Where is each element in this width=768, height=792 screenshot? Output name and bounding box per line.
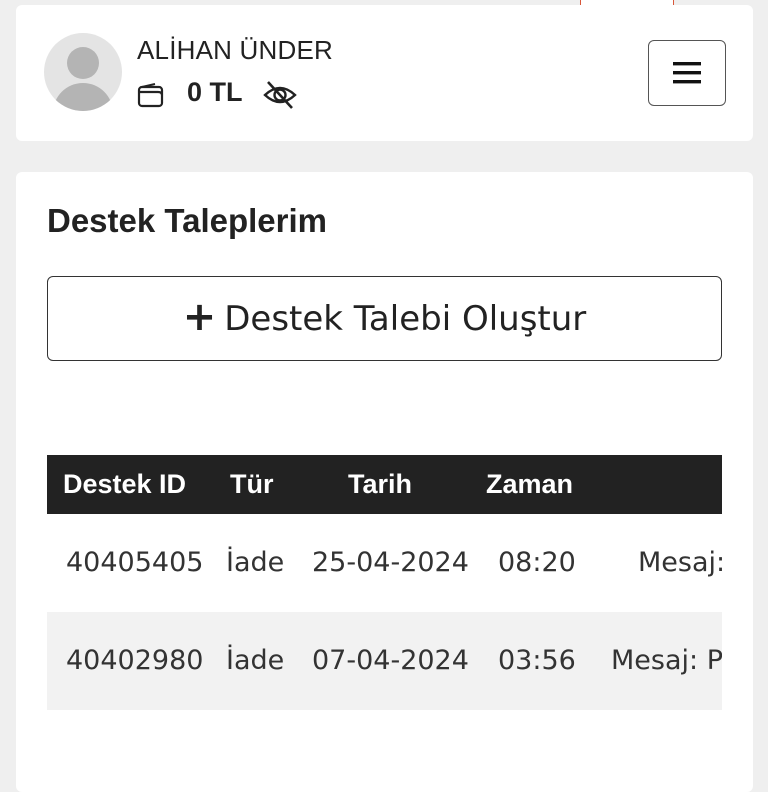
wallet-icon [137,83,164,108]
table-row[interactable]: 40402980 İade 07-04-2024 03:56 Mesaj: Pa [47,612,722,710]
column-header-date[interactable]: Tarih [348,455,412,514]
cell-date: 07-04-2024 [312,645,469,676]
cell-type: İade [226,547,285,578]
plus-icon: + [182,293,217,340]
avatar-head-shape [67,47,99,79]
cell-message: Mesaj: Pa [611,645,722,676]
support-requests-card: Destek Taleplerim + Destek Talebi Oluştu… [16,172,753,792]
hamburger-icon [673,62,701,84]
account-header: ALİHAN ÜNDER 0 TL [16,5,753,141]
user-name: ALİHAN ÜNDER [137,35,333,65]
cell-date: 25-04-2024 [312,547,469,578]
cell-time: 08:20 [498,547,576,578]
column-header-id[interactable]: Destek ID [63,455,186,514]
balance-amount: 0 TL [187,77,243,107]
cell-type: İade [226,645,285,676]
page-title: Destek Taleplerim [47,202,328,239]
support-requests-table[interactable]: Destek ID Tür Tarih Zaman 40405405 İade … [47,455,722,710]
avatar-body-shape [53,83,113,111]
avatar[interactable] [44,33,122,111]
column-header-time[interactable]: Zaman [486,455,573,514]
cell-id: 40405405 [66,547,204,578]
eye-slash-icon[interactable] [262,79,298,111]
cell-id: 40402980 [66,645,204,676]
column-header-type[interactable]: Tür [230,455,274,514]
table-header: Destek ID Tür Tarih Zaman [47,455,722,514]
cell-time: 03:56 [498,645,576,676]
cell-message: Mesaj: [638,547,722,578]
menu-button[interactable] [648,40,726,106]
create-button-label: Destek Talebi Oluştur [224,298,587,339]
table-row[interactable]: 40405405 İade 25-04-2024 08:20 Mesaj: [47,514,722,612]
create-support-request-button[interactable]: + Destek Talebi Oluştur [47,276,722,361]
